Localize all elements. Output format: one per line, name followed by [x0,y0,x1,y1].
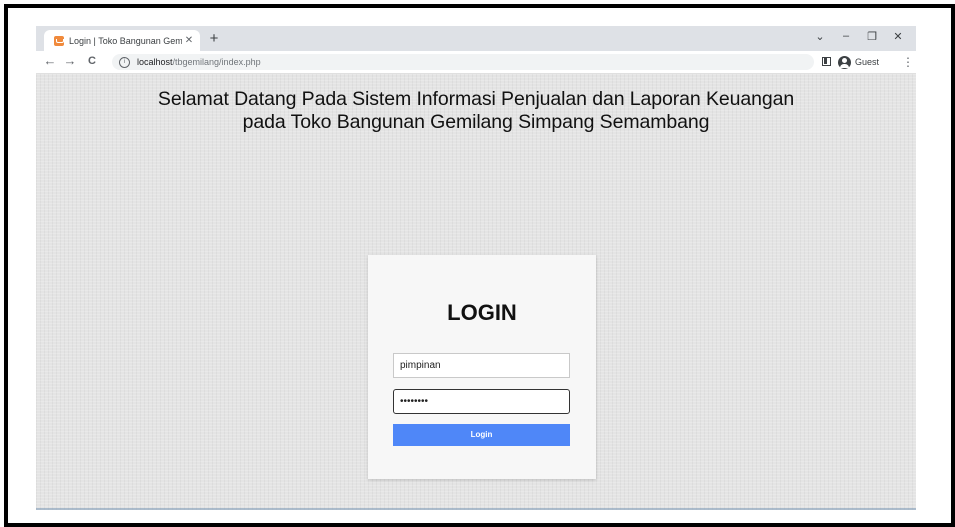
tab-close-icon[interactable]: ✕ [182,35,196,46]
favicon-icon [54,35,64,46]
login-card: LOGIN pimpinan •••••••• Login [368,255,596,479]
page-title-line-1: Selamat Datang Pada Sistem Informasi Pen… [157,88,795,110]
url-path: /tbgemilang/index.php [172,57,261,67]
reload-icon[interactable]: C [84,53,100,69]
browser-window: Login | Toko Bangunan Gemilang ✕ + ⌄ – ❐… [36,26,916,510]
forward-icon[interactable]: → [62,53,78,69]
address-bar[interactable]: i localhost/tbgemilang/index.php [112,54,814,70]
menu-icon[interactable]: ⋮ [902,55,914,69]
page-title: Selamat Datang Pada Sistem Informasi Pen… [36,88,916,134]
tab-strip: Login | Toko Bangunan Gemilang ✕ + ⌄ – ❐… [36,26,916,51]
tab-search-icon[interactable]: ⌄ [810,30,830,43]
page-bottom-edge [36,508,916,510]
minimize-button[interactable]: – [836,30,856,42]
page-content: Selamat Datang Pada Sistem Informasi Pen… [36,74,916,510]
browser-toolbar: ← → C i localhost/tbgemilang/index.php G… [36,51,916,74]
login-title: LOGIN [447,300,517,325]
password-input[interactable]: •••••••• [393,389,570,414]
profile-label: Guest [855,57,880,67]
side-panel-icon[interactable] [822,57,831,66]
profile-button[interactable]: Guest [838,54,879,70]
url-host: localhost [137,57,173,67]
avatar-icon [838,55,851,69]
back-icon[interactable]: ← [42,53,58,69]
close-window-button[interactable]: ✕ [888,30,908,43]
restore-button[interactable]: ❐ [862,30,882,43]
tab-title: Login | Toko Bangunan Gemilang [69,35,182,46]
login-button[interactable]: Login [393,424,570,446]
username-input[interactable]: pimpinan [393,353,570,378]
site-info-icon[interactable]: i [119,56,130,68]
new-tab-button[interactable]: + [206,31,222,47]
page-title-line-2: pada Toko Bangunan Gemilang Simpang Sema… [242,111,710,133]
tab-login[interactable]: Login | Toko Bangunan Gemilang ✕ [44,30,200,51]
